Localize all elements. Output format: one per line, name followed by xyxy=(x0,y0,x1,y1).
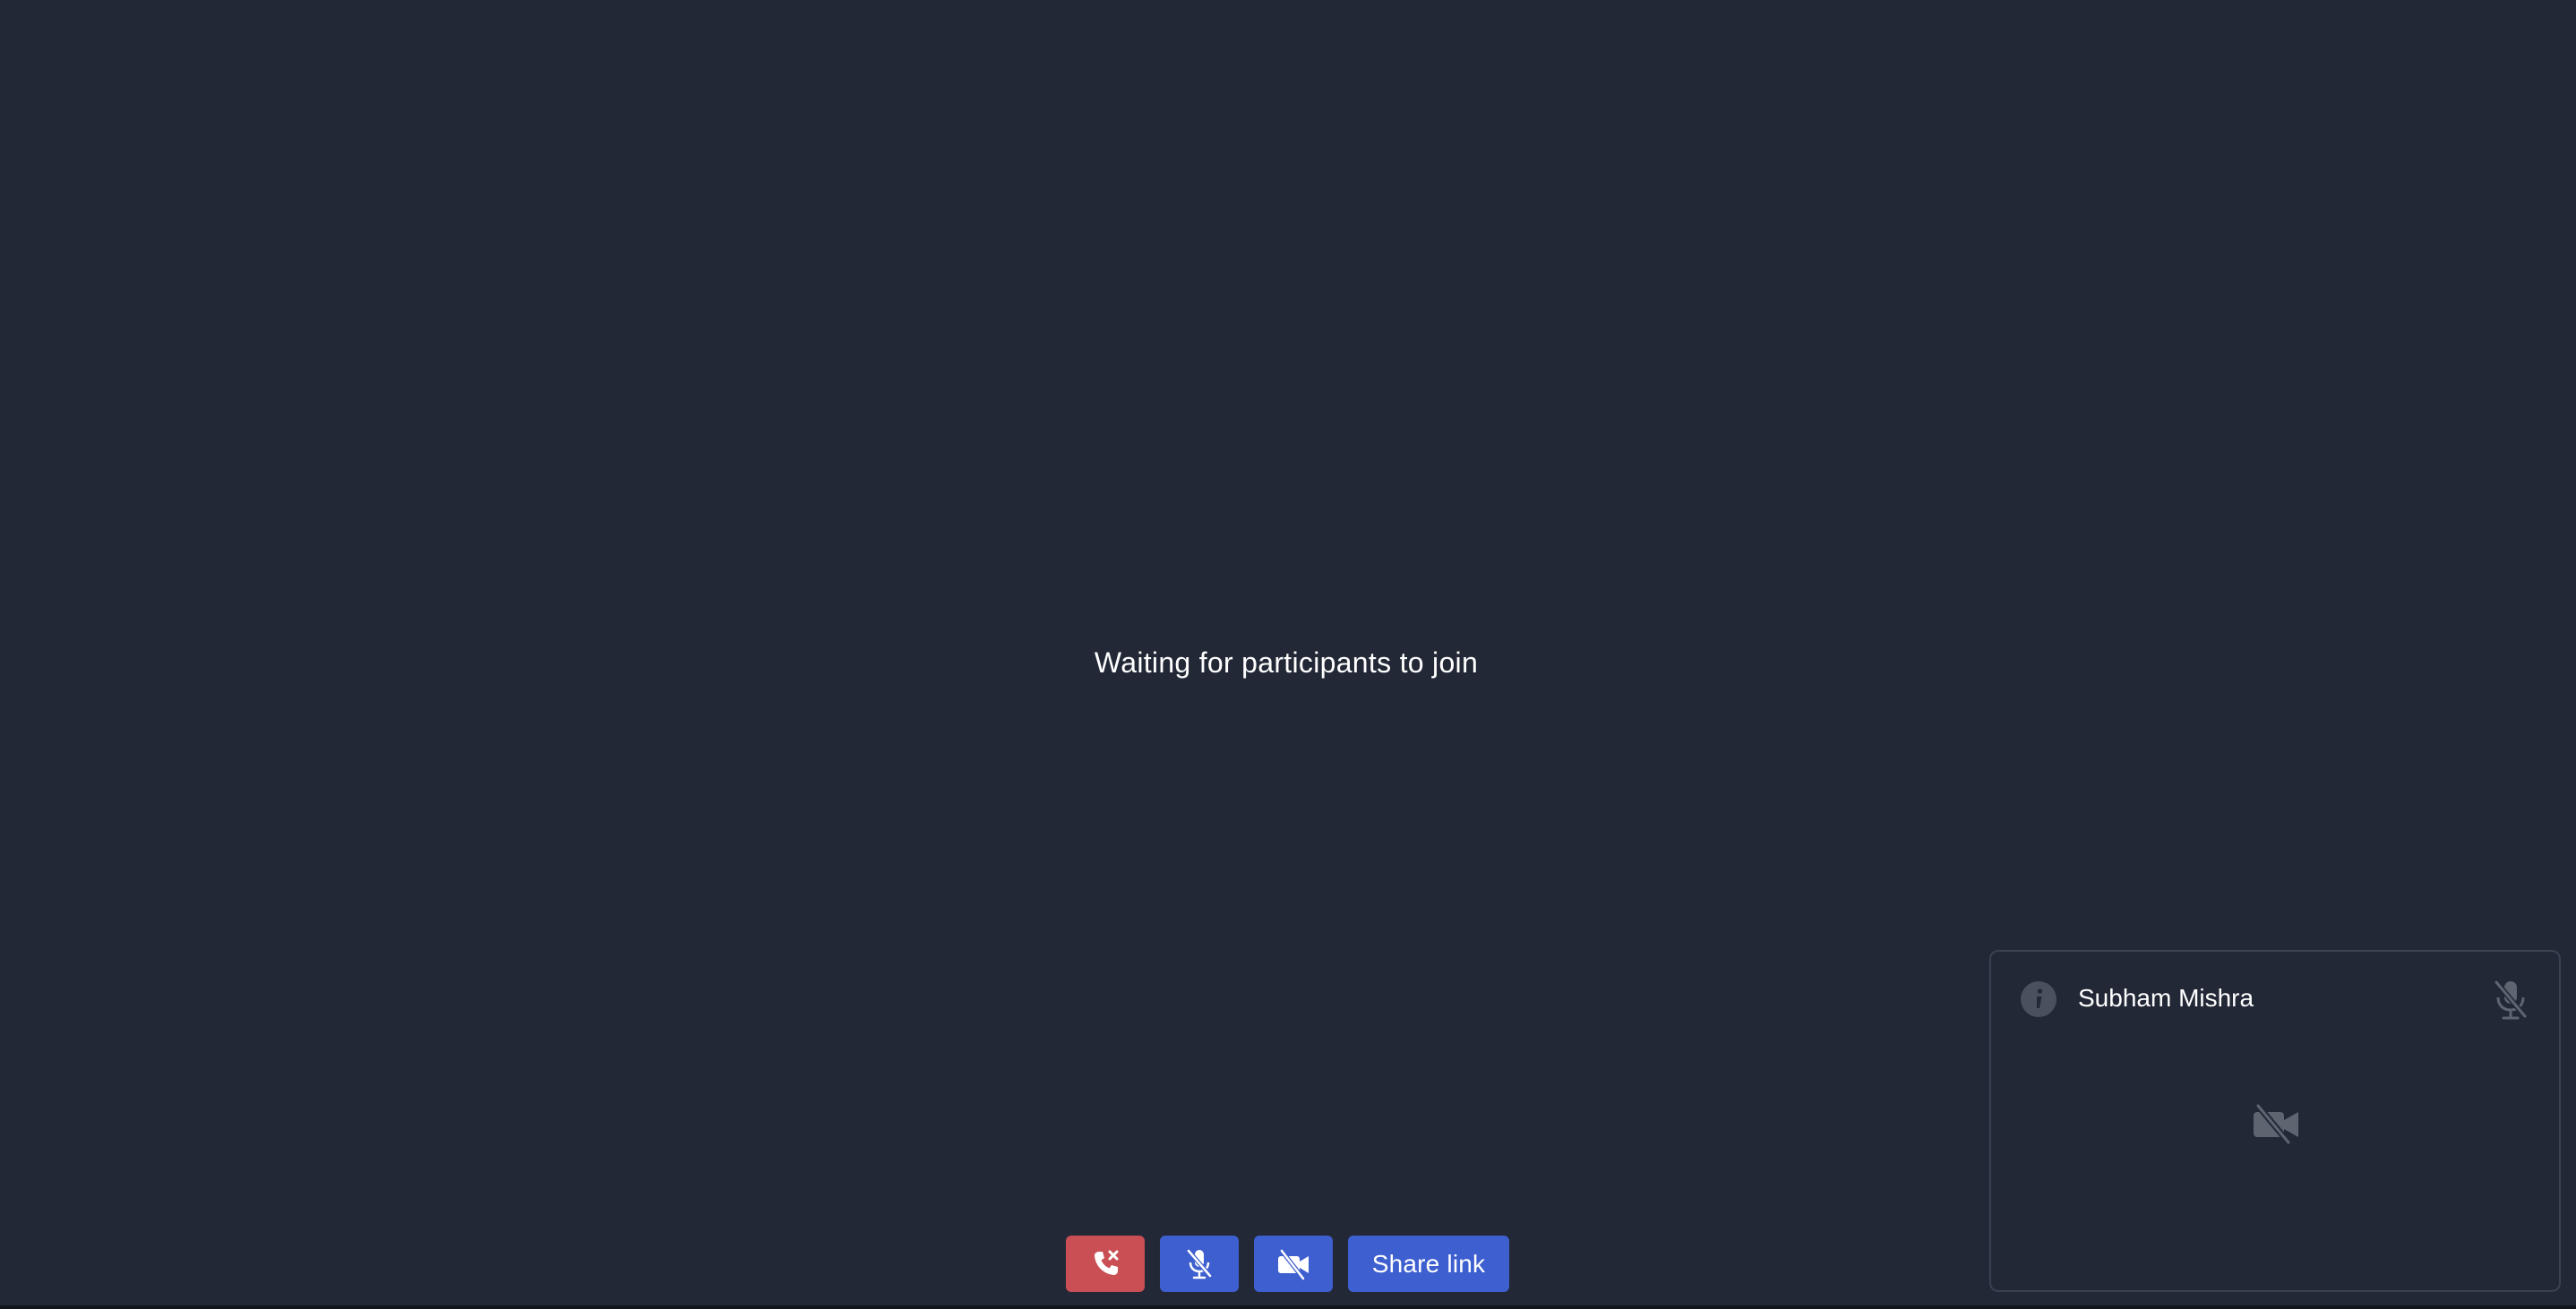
share-link-button[interactable]: Share link xyxy=(1348,1236,1509,1292)
mic-off-icon xyxy=(2487,977,2534,1023)
participant-tile: Subham Mishra xyxy=(1989,950,2561,1292)
participant-name: Subham Mishra xyxy=(2078,984,2254,1012)
camera-toggle-button[interactable] xyxy=(1254,1236,1333,1292)
call-controls: Share link xyxy=(1066,1236,1509,1292)
camera-off-icon xyxy=(2251,1102,2301,1145)
mic-off-icon xyxy=(1181,1246,1217,1282)
meeting-stage: Waiting for participants to join Share l… xyxy=(0,0,2576,1309)
phone-hangup-icon xyxy=(1087,1246,1123,1282)
waiting-message: Waiting for participants to join xyxy=(1094,646,1479,679)
camera-off-icon xyxy=(1275,1246,1311,1282)
hangup-button[interactable] xyxy=(1066,1236,1145,1292)
info-icon[interactable] xyxy=(2020,980,2057,1018)
mic-toggle-button[interactable] xyxy=(1160,1236,1239,1292)
